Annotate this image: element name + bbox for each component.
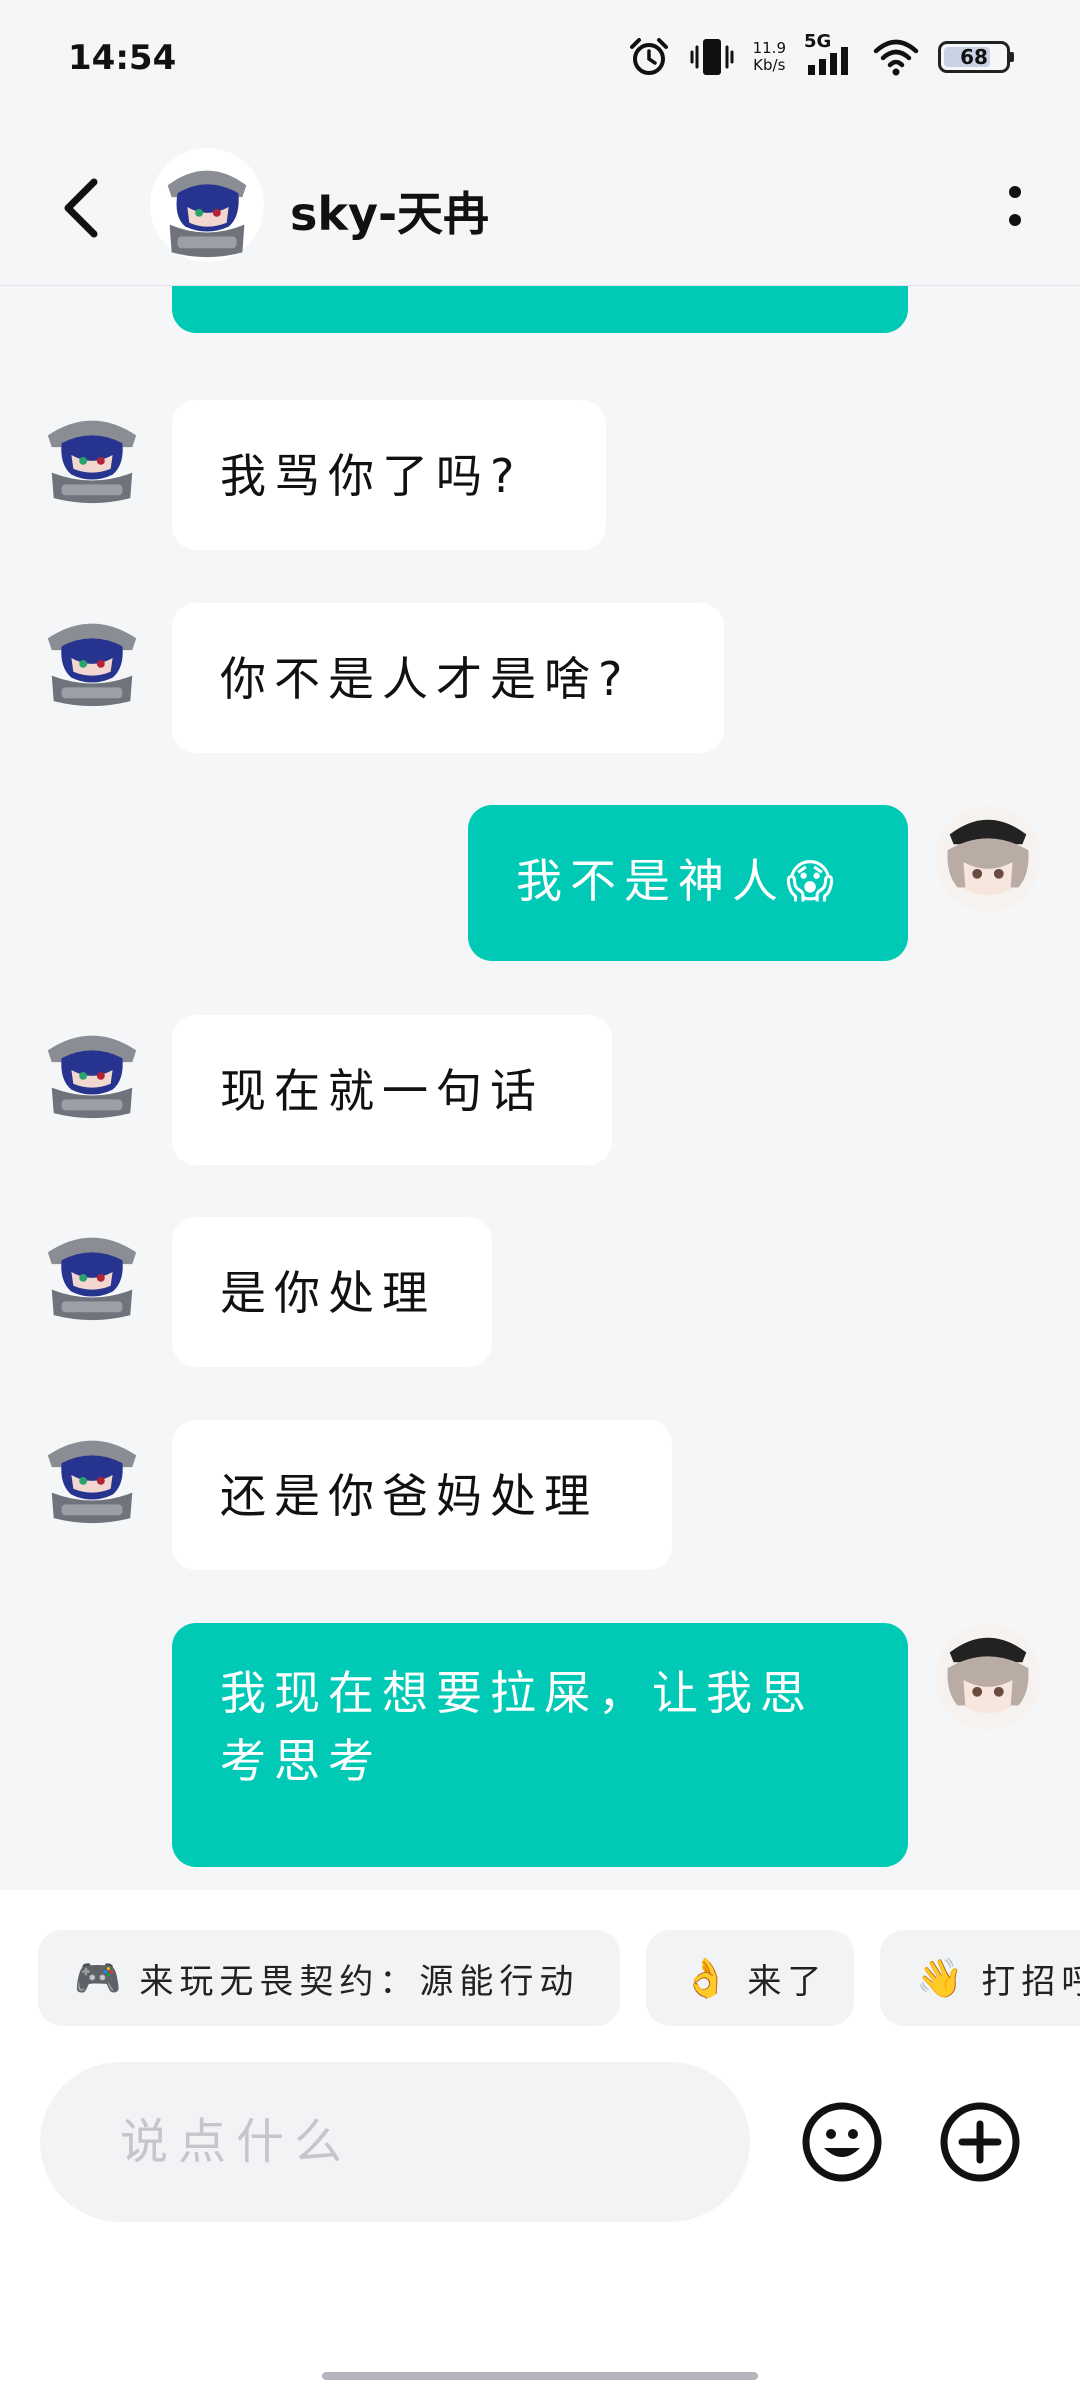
quick-reply-label: 打招呼 (981, 1961, 1080, 2002)
message-row: 你不是人才是啥? (0, 603, 1080, 753)
message-bubble[interactable]: 我现在想要拉屎，让我思考思考 (172, 1623, 908, 1867)
status-icons: 11.9 Kb/s 5G 68 (627, 31, 1014, 82)
message-bubble[interactable]: 还是你爸妈处理 (172, 1420, 672, 1570)
status-bar: 14:54 11.9 Kb/s 5G 68 (0, 0, 1080, 120)
message-row: 我不是神人😱 (0, 805, 1080, 961)
message-row: 是你处理 (0, 1217, 1080, 1367)
contact-avatar[interactable] (38, 1217, 146, 1325)
alarm-icon (629, 38, 668, 75)
message-row: 我骂你了吗? (0, 400, 1080, 550)
quick-reply-label: 来玩无畏契约：源能行动 (139, 1961, 580, 2002)
message-bubble[interactable]: 我骂你了吗? (172, 400, 606, 550)
contact-avatar[interactable] (38, 1420, 146, 1528)
my-avatar[interactable] (934, 1623, 1042, 1731)
waving-hand-icon: 👋 (916, 1955, 964, 2000)
message-bubble-clipped[interactable] (172, 285, 908, 333)
contact-avatar[interactable] (148, 146, 266, 264)
more-options-icon[interactable] (990, 178, 1040, 238)
quick-reply-bar[interactable]: 🎮 来玩无畏契约：源能行动 👌 来了 👋 打招呼 (0, 1890, 1080, 2040)
chat-header: sky-天冉 (0, 130, 1080, 286)
network-speed: 11.9 Kb/s (753, 40, 786, 74)
emoji-icon[interactable] (800, 2100, 884, 2184)
ok-hand-icon: 👌 (682, 1955, 730, 2000)
network-speed-unit: Kb/s (753, 56, 786, 74)
cellular-signal-icon (808, 47, 848, 75)
contact-name[interactable]: sky-天冉 (290, 178, 489, 244)
contact-avatar[interactable] (38, 400, 146, 508)
message-row: 我现在想要拉屎，让我思考思考 (0, 1623, 1080, 1867)
signal-indicator: 5G (804, 31, 854, 79)
my-avatar[interactable] (934, 805, 1042, 913)
message-bubble[interactable]: 现在就一句话 (172, 1015, 612, 1165)
message-input[interactable] (40, 2062, 750, 2222)
battery-indicator: 68 (938, 41, 1014, 73)
composer (0, 2040, 1080, 2388)
gamepad-icon: 🎮 (74, 1955, 122, 2000)
battery-level: 68 (960, 45, 988, 69)
quick-reply-chip[interactable]: 👋 打招呼 (880, 1930, 1080, 2026)
back-arrow-icon[interactable] (52, 168, 112, 248)
message-bubble[interactable]: 我不是神人😱 (468, 805, 908, 961)
quick-reply-chip[interactable]: 🎮 来玩无畏契约：源能行动 (38, 1930, 620, 2026)
quick-reply-label: 来了 (747, 1961, 828, 2002)
message-bubble[interactable]: 是你处理 (172, 1217, 492, 1367)
add-icon[interactable] (938, 2100, 1022, 2184)
quick-reply-chip[interactable]: 👌 来了 (646, 1930, 854, 2026)
message-row: 现在就一句话 (0, 1015, 1080, 1165)
wifi-icon (873, 39, 919, 76)
network-speed-value: 11.9 (752, 39, 786, 57)
message-row (0, 285, 1080, 335)
home-indicator[interactable] (322, 2372, 758, 2380)
message-bubble[interactable]: 你不是人才是啥? (172, 603, 724, 753)
message-row: 还是你爸妈处理 (0, 1420, 1080, 1570)
contact-avatar[interactable] (38, 1015, 146, 1123)
message-list[interactable]: 我骂你了吗? 你不是人才是啥? 我不是神人😱 现在就一句话 是你处理 还是你爸妈… (0, 285, 1080, 1890)
status-time: 14:54 (68, 38, 177, 78)
contact-avatar[interactable] (38, 603, 146, 711)
vibrate-icon (690, 39, 734, 75)
